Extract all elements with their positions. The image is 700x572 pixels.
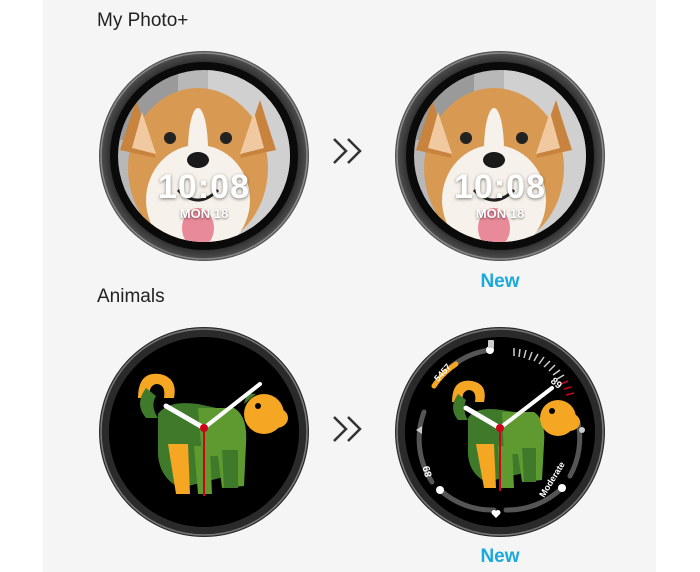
new-label-animals: New <box>480 546 520 567</box>
photo-time-after: 10:08 <box>454 168 546 206</box>
animal-watch-face-after: 5457 89 89 Moderate <box>394 326 606 538</box>
section-title-my-photo: My Photo+ <box>97 10 189 31</box>
photo-watch-face-after: 10:08 MON 18 <box>394 50 606 262</box>
double-chevron-right-icon <box>331 414 367 450</box>
double-chevron-right-icon <box>331 136 367 172</box>
photo-date-after: MON 18 <box>475 206 525 221</box>
photo-watch-graphic <box>99 51 309 261</box>
photo-watch-face-before: 10:08 MON 18 <box>98 50 310 262</box>
animal-watch-face-before <box>98 326 310 538</box>
battery-icon <box>488 340 494 348</box>
photo-watch-graphic <box>395 51 605 261</box>
photo-date-before: MON 18 <box>179 206 229 221</box>
sun-icon <box>579 427 585 433</box>
new-label-photo: New <box>480 271 520 292</box>
animal-watch-graphic <box>99 327 309 537</box>
section-title-animals: Animals <box>97 286 165 307</box>
animal-watch-graphic: 5457 89 89 Moderate <box>395 327 605 537</box>
photo-time-before: 10:08 <box>158 168 250 206</box>
